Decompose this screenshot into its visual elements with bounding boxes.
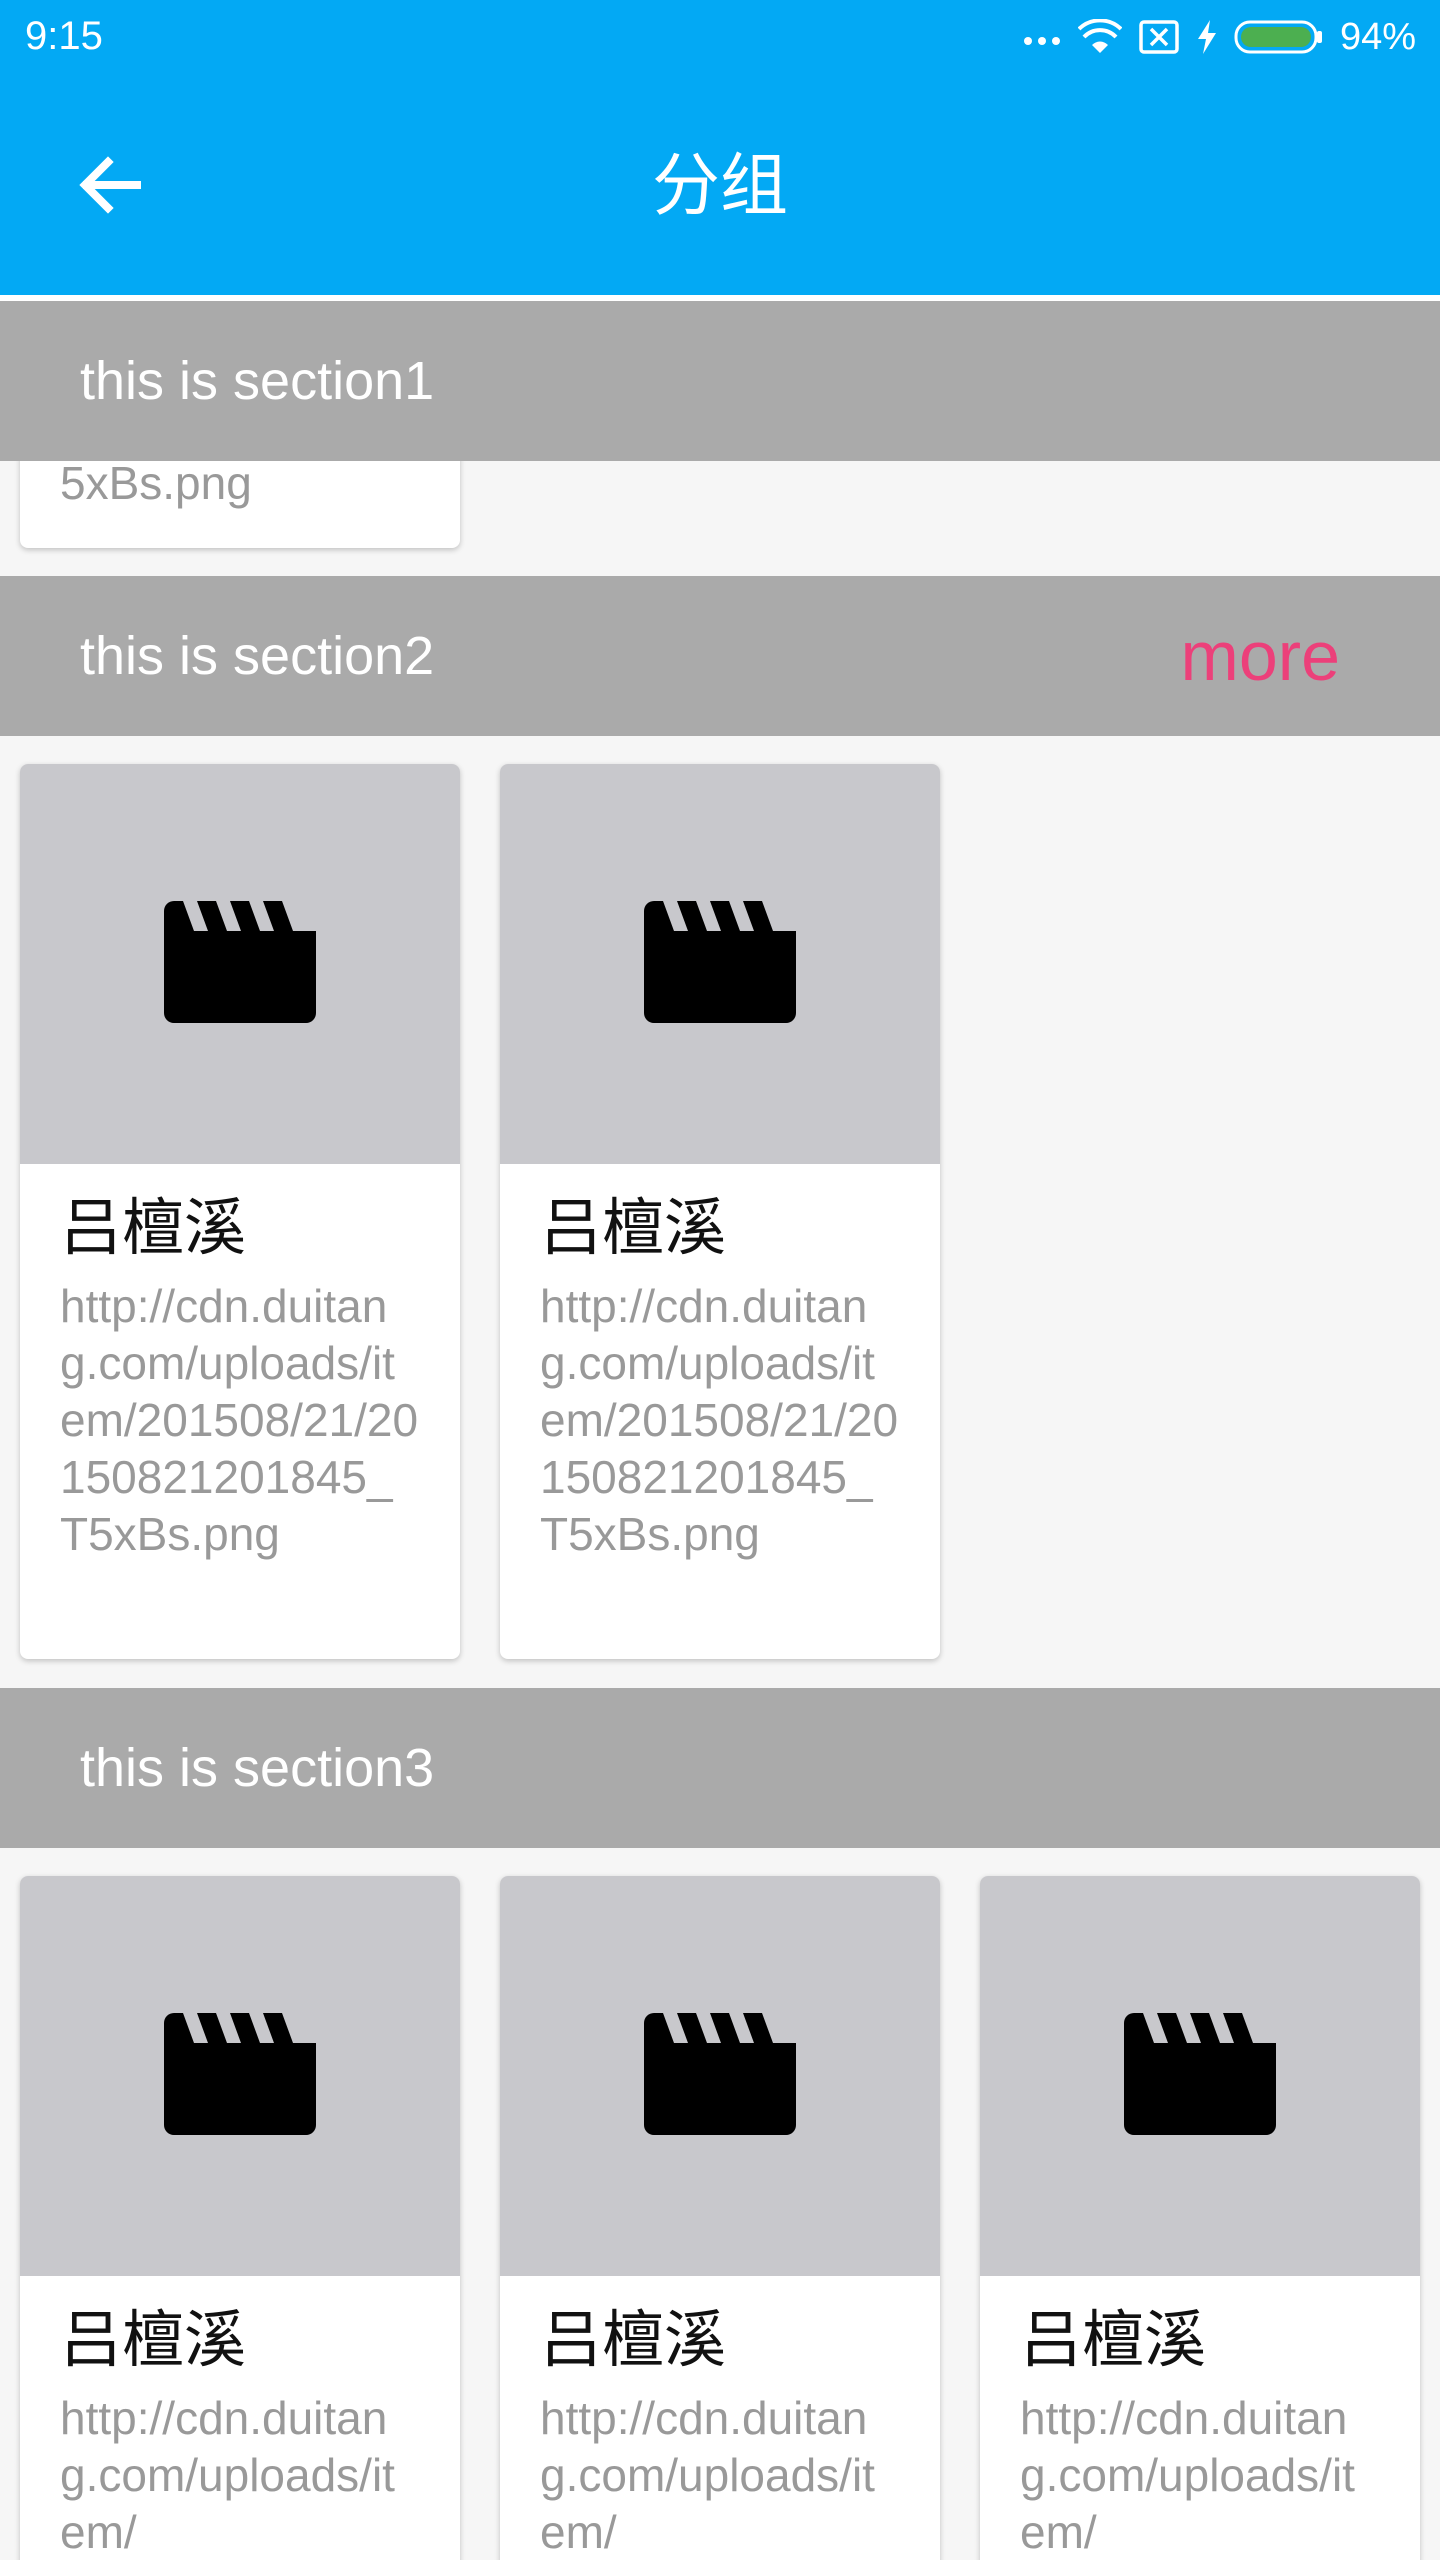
- card-thumbnail: [500, 764, 940, 1164]
- media-card[interactable]: 吕檀溪 http://cdn.duitang.com/uploads/item/: [20, 1876, 460, 2560]
- app-bar: 分组: [0, 75, 1440, 295]
- status-icons: 94%: [1022, 12, 1416, 62]
- media-card[interactable]: 吕檀溪 http://cdn.duitang.com/uploads/item/…: [20, 764, 460, 1659]
- video-clapperboard-icon: [164, 2012, 316, 2140]
- media-card[interactable]: 吕檀溪 http://cdn.duitang.com/uploads/item/…: [500, 764, 940, 1659]
- card-url: http://cdn.duitang.com/uploads/item/: [1020, 2392, 1355, 2558]
- section-title: this is section2: [80, 626, 435, 686]
- section-title: this is section3: [80, 1738, 435, 1798]
- video-clapperboard-icon: [1124, 2012, 1276, 2140]
- card-url: http://cdn.duitang.com/uploads/item/2015…: [540, 1280, 899, 1560]
- card-title: 吕檀溪: [540, 2303, 727, 2376]
- card-title: 吕檀溪: [60, 1191, 247, 1264]
- battery-percent: 94%: [1339, 15, 1416, 58]
- card-url: http://cdn.duitang.com/uploads/item/: [60, 2392, 395, 2558]
- card-thumbnail: [980, 1876, 1420, 2276]
- sim-off-icon: [1138, 19, 1180, 55]
- card-thumbnail: [500, 1876, 940, 2276]
- card-title: 吕檀溪: [540, 1191, 727, 1264]
- card-thumbnail: [20, 764, 460, 1164]
- video-clapperboard-icon: [644, 2012, 796, 2140]
- status-bar: 9:15 94%: [0, 0, 1440, 75]
- section-header-1: this is section1: [0, 301, 1440, 461]
- page-title: 分组: [651, 147, 788, 226]
- card-body: 吕檀溪 http://cdn.duitang.com/uploads/item/…: [20, 1164, 460, 1603]
- card-body: 吕檀溪 http://cdn.duitang.com/uploads/item/: [500, 2276, 940, 2560]
- card-url: http://cdn.duitang.com/uploads/item/: [540, 2392, 875, 2558]
- video-clapperboard-icon: [644, 900, 796, 1028]
- card-thumbnail: [20, 1876, 460, 2276]
- card-body: 吕檀溪 http://cdn.duitang.com/uploads/item/: [20, 2276, 460, 2560]
- section-header-3: this is section3: [0, 1688, 1440, 1848]
- status-time: 9:15: [25, 14, 103, 58]
- card-title: 吕檀溪: [60, 2303, 247, 2376]
- media-card[interactable]: 吕檀溪 http://cdn.duitang.com/uploads/item/: [980, 1876, 1420, 2560]
- card-title: 吕檀溪: [1020, 2303, 1207, 2376]
- card-body: 吕檀溪 http://cdn.duitang.com/uploads/item/: [980, 2276, 1420, 2560]
- section-title: this is section1: [80, 351, 435, 411]
- more-dots-icon: [1022, 27, 1062, 47]
- screen: 9:15 94% 分组 5xBs.png this is section1 th…: [0, 0, 1440, 2560]
- battery-icon: [1234, 19, 1324, 55]
- video-clapperboard-icon: [164, 900, 316, 1028]
- card-url: http://cdn.duitang.com/uploads/item/2015…: [60, 1280, 419, 1560]
- more-link[interactable]: more: [1181, 576, 1340, 736]
- card-body: 吕檀溪 http://cdn.duitang.com/uploads/item/…: [500, 1164, 940, 1603]
- wifi-icon: [1077, 19, 1122, 55]
- media-card[interactable]: 吕檀溪 http://cdn.duitang.com/uploads/item/: [500, 1876, 940, 2560]
- section-header-2: this is section2 more: [0, 576, 1440, 736]
- charging-icon: [1196, 19, 1218, 55]
- card-url-partial: 5xBs.png: [60, 457, 252, 509]
